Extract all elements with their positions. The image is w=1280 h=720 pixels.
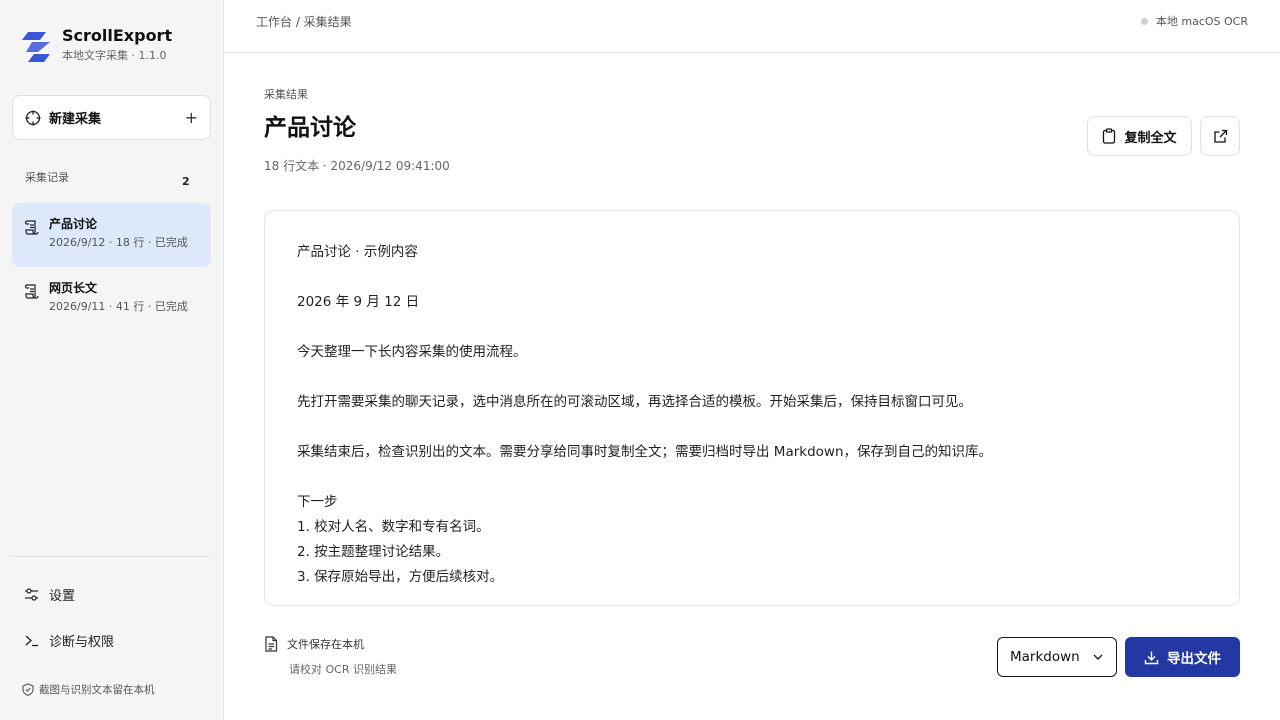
- sliders-icon: [25, 588, 38, 601]
- text-line: 3. 保存原始导出，方便后续核对。: [297, 569, 504, 585]
- status-dot: [1140, 17, 1148, 25]
- record-meta: 2026/9/12 · 18 行 · 已完成: [49, 236, 188, 249]
- export-file-button[interactable]: 导出文件: [1125, 637, 1240, 677]
- ocr-status: 本地 macOS OCR: [1140, 13, 1248, 29]
- export-format-value: Markdown: [1010, 649, 1080, 665]
- clipboard-icon: [1103, 128, 1116, 144]
- ocr-status-label: 本地 macOS OCR: [1155, 15, 1248, 28]
- text-line: 先打开需要采集的聊天记录，选中消息所在的可滚动区域，再选择合适的模板。开始采集后…: [297, 394, 972, 410]
- topbar: 工作台 / 采集结果 本地 macOS OCR: [224, 0, 1280, 53]
- copy-all-label: 复制全文: [1124, 130, 1177, 146]
- save-note: 文件保存在本机: [287, 638, 364, 651]
- open-external-button[interactable]: [1200, 116, 1240, 156]
- app-name: ScrollExport: [62, 26, 173, 45]
- plus-icon: +: [184, 108, 198, 127]
- export-file-label: 导出文件: [1167, 651, 1221, 667]
- text-line: [297, 265, 1207, 290]
- sidebar: ScrollExport 本地文字采集 · 1.1.0 新建采集 + 采集记录 …: [0, 0, 224, 720]
- diagnostics-link[interactable]: 诊断与权限: [24, 631, 114, 650]
- records-count-badge: 2: [182, 175, 190, 188]
- chevron-down-icon: [1093, 654, 1103, 660]
- page-meta: 18 行文本 · 2026/9/12 09:41:00: [264, 159, 450, 173]
- text-line: 采集结束后，检查识别出的文本。需要分享给同事时复制全文；需要归档时导出 Mark…: [297, 444, 993, 460]
- page-title: 产品讨论: [264, 115, 356, 141]
- settings-link[interactable]: 设置: [24, 585, 75, 604]
- record-title: 产品讨论: [49, 217, 98, 231]
- file-text-icon: [265, 636, 278, 652]
- ocr-text-area[interactable]: 产品讨论 · 示例内容 2026 年 9 月 12 日 今天整理一下长内容采集的…: [264, 210, 1240, 606]
- text-line: 2. 按主题整理讨论结果。: [297, 544, 450, 560]
- copy-all-button[interactable]: 复制全文: [1087, 116, 1192, 156]
- brand: ScrollExport 本地文字采集 · 1.1.0: [22, 26, 172, 64]
- scroll-document-icon: [24, 220, 39, 235]
- record-meta: 2026/9/11 · 41 行 · 已完成: [49, 300, 188, 313]
- text-line: 2026 年 9 月 12 日: [297, 294, 420, 310]
- text-line: [297, 315, 1207, 340]
- save-sub-note: 请校对 OCR 识别结果: [289, 663, 397, 676]
- settings-label: 设置: [49, 589, 76, 604]
- text-line: 下一步: [297, 494, 338, 510]
- shield-check-icon: [22, 683, 34, 696]
- diagnostics-label: 诊断与权限: [49, 635, 115, 650]
- new-capture-button[interactable]: 新建采集 +: [12, 95, 211, 140]
- record-item-web-article[interactable]: 网页长文 2026/9/11 · 41 行 · 已完成: [12, 267, 211, 331]
- export-format-select[interactable]: Markdown: [997, 637, 1117, 677]
- crosshair-icon: [25, 110, 41, 125]
- text-line: [297, 415, 1207, 440]
- page-eyebrow: 采集结果: [264, 88, 308, 101]
- download-icon: [1144, 651, 1159, 664]
- save-info: 文件保存在本机 请校对 OCR 识别结果: [264, 636, 397, 677]
- breadcrumb: 工作台 / 采集结果: [256, 15, 352, 29]
- privacy-note: 截图与识别文本留在本机: [22, 682, 155, 697]
- external-link-icon: [1213, 129, 1227, 143]
- record-title: 网页长文: [49, 281, 98, 295]
- records-section-label: 采集记录: [25, 171, 69, 184]
- text-line: [297, 365, 1207, 390]
- privacy-note-text: 截图与识别文本留在本机: [39, 684, 155, 696]
- text-line: [297, 465, 1207, 490]
- new-capture-label: 新建采集: [49, 112, 102, 127]
- scroll-document-icon: [24, 284, 39, 299]
- text-line: 产品讨论 · 示例内容: [297, 244, 418, 260]
- app-subtitle: 本地文字采集 · 1.1.0: [62, 49, 167, 62]
- terminal-icon: [25, 635, 38, 647]
- app-logo-icon: [22, 32, 50, 62]
- record-item-product-discussion[interactable]: 产品讨论 2026/9/12 · 18 行 · 已完成: [12, 203, 211, 267]
- sidebar-divider: [12, 556, 211, 557]
- text-line: 今天整理一下长内容采集的使用流程。: [297, 344, 527, 360]
- text-line: 1. 校对人名、数字和专有名词。: [297, 519, 490, 535]
